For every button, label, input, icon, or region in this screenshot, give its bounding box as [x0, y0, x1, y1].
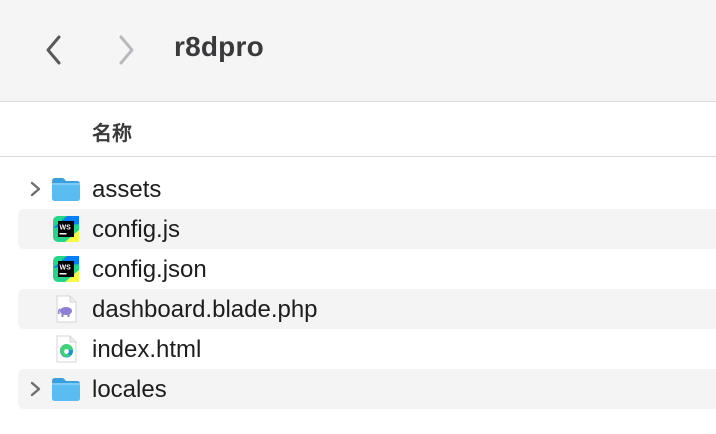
file-row-index-html[interactable]: index.html: [18, 329, 716, 369]
finder-window: r8dpro 名称 assets WS config.js WS config.…: [0, 0, 716, 434]
file-name: dashboard.blade.php: [92, 296, 318, 323]
file-row-dashboard-blade-php[interactable]: dashboard.blade.php: [18, 289, 716, 329]
chevron-right-icon: [119, 35, 134, 65]
file-name: assets: [92, 176, 162, 203]
file-name: locales: [92, 376, 167, 403]
webstorm-file-icon: WS: [53, 256, 79, 282]
file-name: config.json: [92, 256, 207, 283]
folder-icon: [52, 378, 80, 401]
file-row-locales[interactable]: locales: [18, 369, 716, 409]
chevron-left-icon: [46, 35, 61, 65]
svg-text:WS: WS: [60, 225, 72, 232]
file-name: index.html: [92, 336, 202, 363]
disclosure-triangle-icon[interactable]: [26, 380, 44, 398]
column-header: 名称: [0, 102, 716, 157]
file-list: assets WS config.js WS config.json dashb…: [0, 169, 716, 409]
back-button[interactable]: [36, 30, 72, 70]
file-row-assets[interactable]: assets: [18, 169, 716, 209]
name-column-header[interactable]: 名称: [92, 117, 132, 146]
file-row-config-js[interactable]: WS config.js: [18, 209, 716, 249]
php-file-icon: [56, 295, 77, 323]
file-row-config-json[interactable]: WS config.json: [18, 249, 716, 289]
svg-text:WS: WS: [60, 265, 72, 272]
edge-html-file-icon: [56, 335, 77, 363]
folder-icon: [52, 178, 80, 201]
disclosure-triangle-icon[interactable]: [26, 180, 44, 198]
webstorm-file-icon: WS: [53, 216, 79, 242]
file-name: config.js: [92, 216, 181, 243]
window-title: r8dpro: [174, 31, 264, 62]
forward-button[interactable]: [108, 30, 144, 70]
toolbar: r8dpro: [0, 0, 716, 102]
